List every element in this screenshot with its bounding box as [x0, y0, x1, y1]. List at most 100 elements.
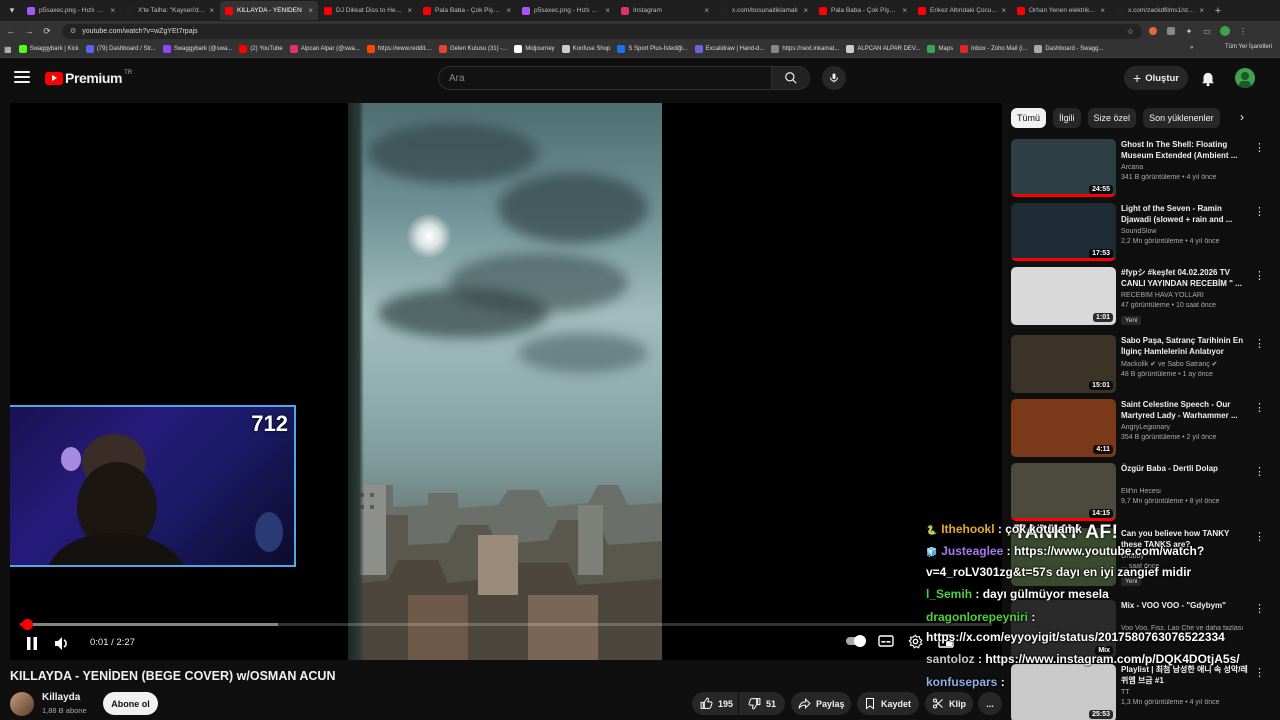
video-player[interactable]: 712 0:01 / 2:27: [10, 103, 1002, 660]
create-button[interactable]: + Oluştur: [1124, 66, 1188, 90]
bookmark-item[interactable]: Gelen Kutusu (31) -...: [438, 45, 507, 53]
browser-tab[interactable]: x.com/zackdfilms1/status ×: [1111, 1, 1209, 20]
chips-next-icon[interactable]: ›: [1240, 110, 1244, 124]
bookmark-item[interactable]: Konfuse Shop: [561, 45, 610, 53]
browser-tab[interactable]: Instagram ×: [616, 1, 714, 20]
video-title[interactable]: Özgür Baba - Dertli Dolap: [1121, 463, 1249, 485]
tab-close-icon[interactable]: ×: [605, 6, 610, 15]
tab-search-icon[interactable]: ▾: [3, 2, 21, 20]
tab-close-icon[interactable]: ×: [506, 6, 511, 15]
channel-name[interactable]: Mackolik ✔ ve Sabo Satranç ✔: [1121, 360, 1249, 368]
more-options-icon[interactable]: ⋮: [1254, 401, 1265, 414]
more-options-icon[interactable]: ⋮: [1254, 465, 1265, 478]
subtitles-button[interactable]: [878, 634, 898, 650]
tab-close-icon[interactable]: ×: [902, 6, 907, 15]
video-title[interactable]: #fypシ #keşfet 04.02.2026 TV CANLI YAYIND…: [1121, 267, 1249, 289]
more-options-icon[interactable]: ⋮: [1254, 269, 1265, 282]
site-info-icon[interactable]: ⚙: [70, 27, 76, 35]
tab-close-icon[interactable]: ×: [110, 6, 115, 15]
all-bookmarks-folder[interactable]: Tüm Yer İşaretleri: [1225, 44, 1272, 50]
back-icon[interactable]: ←: [4, 26, 18, 36]
recommended-video[interactable]: 1:01 #fypシ #keşfet 04.02.2026 TV CANLI YA…: [1011, 267, 1271, 325]
video-thumbnail[interactable]: 4:11: [1011, 399, 1116, 457]
extension-icon[interactable]: [1164, 24, 1178, 38]
recommended-video[interactable]: 17:53 Light of the Seven - Ramin Djawadi …: [1011, 203, 1271, 261]
recommended-video[interactable]: 4:11 Saint Celestine Speech - Our Martyre…: [1011, 399, 1271, 457]
mute-button[interactable]: [50, 631, 74, 655]
tab-close-icon[interactable]: ×: [1001, 6, 1006, 15]
like-button[interactable]: 195: [692, 692, 738, 715]
browser-tab[interactable]: Pala Baba - Çok Pişman ×: [814, 1, 912, 20]
bookmarks-overflow-button[interactable]: »: [1190, 45, 1193, 51]
filter-chip[interactable]: Size özel: [1087, 108, 1137, 128]
profile-avatar-icon[interactable]: [1218, 24, 1232, 38]
settings-button[interactable]: [908, 634, 928, 650]
bookmark-item[interactable]: https://next.inkamat...: [771, 45, 839, 53]
bookmark-star-icon[interactable]: ☆: [1127, 27, 1134, 36]
filter-chip[interactable]: İlgili: [1053, 108, 1081, 128]
bookmark-item[interactable]: Swaggybark | Kick: [18, 45, 79, 53]
browser-menu-icon[interactable]: ⋮: [1236, 24, 1250, 38]
tab-close-icon[interactable]: ×: [1100, 6, 1105, 15]
browser-tab[interactable]: p5saxec.png - Hızlı Resim ×: [517, 1, 615, 20]
seek-bar[interactable]: [20, 619, 992, 630]
tab-close-icon[interactable]: ×: [308, 6, 313, 15]
browser-tab[interactable]: KILLAYDA - YENİDEN ×: [220, 1, 318, 20]
filter-chip[interactable]: Tümü: [1011, 108, 1047, 128]
forward-icon[interactable]: →: [22, 26, 36, 36]
reload-icon[interactable]: ⟳: [40, 26, 54, 37]
tab-close-icon[interactable]: ×: [704, 6, 709, 15]
video-thumbnail[interactable]: 15:01: [1011, 335, 1116, 393]
bookmark-item[interactable]: Excalidraw | Hand-d...: [694, 45, 764, 53]
youtube-premium-logo[interactable]: Premium TR: [45, 70, 132, 86]
more-options-icon[interactable]: ⋮: [1254, 337, 1265, 350]
extension-icon[interactable]: [1146, 24, 1160, 38]
scrubber-handle[interactable]: [21, 619, 33, 630]
menu-icon[interactable]: [14, 69, 30, 85]
filter-chip[interactable]: Son yüklenenler: [1143, 108, 1220, 128]
new-tab-button[interactable]: +: [1209, 5, 1227, 17]
video-thumbnail[interactable]: 24:55: [1011, 139, 1116, 197]
tab-close-icon[interactable]: ×: [803, 6, 808, 15]
more-options-icon[interactable]: ⋮: [1254, 141, 1265, 154]
search-input[interactable]: [439, 67, 771, 89]
split-view-icon[interactable]: ▭: [1200, 24, 1214, 38]
dislike-button[interactable]: 51: [739, 692, 785, 715]
more-options-icon[interactable]: ⋮: [1254, 205, 1265, 218]
save-button[interactable]: Kaydet: [857, 692, 919, 715]
browser-tab[interactable]: DJ Dikkat Diss to Heqrim ×: [319, 1, 417, 20]
browser-tab[interactable]: Pala Baba - Çok Pişman ×: [418, 1, 516, 20]
search-button[interactable]: [771, 67, 809, 89]
recommended-video[interactable]: 14:15 Özgür Baba - Dertli Dolap Elif'in He…: [1011, 463, 1271, 521]
tab-close-icon[interactable]: ×: [209, 6, 214, 15]
extensions-puzzle-icon[interactable]: ✦: [1182, 24, 1196, 38]
share-button[interactable]: Paylaş: [791, 692, 851, 715]
browser-tab[interactable]: X'te Talha: "Kayseri'de... ×: [121, 1, 219, 20]
recommended-video[interactable]: 15:01 Sabo Paşa, Satranç Tarihinin En İlg…: [1011, 335, 1271, 393]
bookmark-item[interactable]: Maps: [927, 45, 953, 53]
channel-name[interactable]: AngryLegionary: [1121, 424, 1249, 431]
account-avatar[interactable]: [1235, 68, 1255, 88]
bookmark-item[interactable]: Dashboard - Swagg...: [1034, 45, 1103, 53]
video-thumbnail[interactable]: 1:01: [1011, 267, 1116, 325]
bookmark-item[interactable]: Swaggybark (@swa...: [162, 45, 232, 53]
video-title[interactable]: Ghost In The Shell: Floating Museum Exte…: [1121, 139, 1249, 161]
browser-tab[interactable]: Erikez Altındaki Çocuğa ×: [913, 1, 1011, 20]
video-thumbnail[interactable]: 14:15: [1011, 463, 1116, 521]
subscribe-button[interactable]: Abone ol: [103, 692, 158, 715]
video-title[interactable]: Light of the Seven - Ramin Djawadi (slow…: [1121, 203, 1249, 225]
channel-name[interactable]: Killayda: [42, 692, 80, 703]
tab-close-icon[interactable]: ×: [407, 6, 412, 15]
video-title[interactable]: Saint Celestine Speech - Our Martyred La…: [1121, 399, 1249, 421]
pause-button[interactable]: [20, 631, 44, 655]
bookmark-item[interactable]: ALPCAN ALPAR DEV...: [846, 45, 920, 53]
apps-icon[interactable]: ▦: [4, 45, 12, 54]
channel-name[interactable]: Arcana: [1121, 164, 1249, 171]
browser-tab[interactable]: Orhan Yenen elektrik... ×: [1012, 1, 1110, 20]
channel-name[interactable]: SoundSlow: [1121, 228, 1249, 235]
bookmark-item[interactable]: (79) Dashboard / Str...: [85, 45, 156, 53]
address-bar[interactable]: ⚙ youtube.com/watch?v=wZgYEt7rpajs ☆: [62, 23, 1142, 39]
video-thumbnail[interactable]: 17:53: [1011, 203, 1116, 261]
notifications-bell-icon[interactable]: [1199, 69, 1217, 87]
bookmark-item[interactable]: https://www.reddit....: [366, 45, 432, 53]
